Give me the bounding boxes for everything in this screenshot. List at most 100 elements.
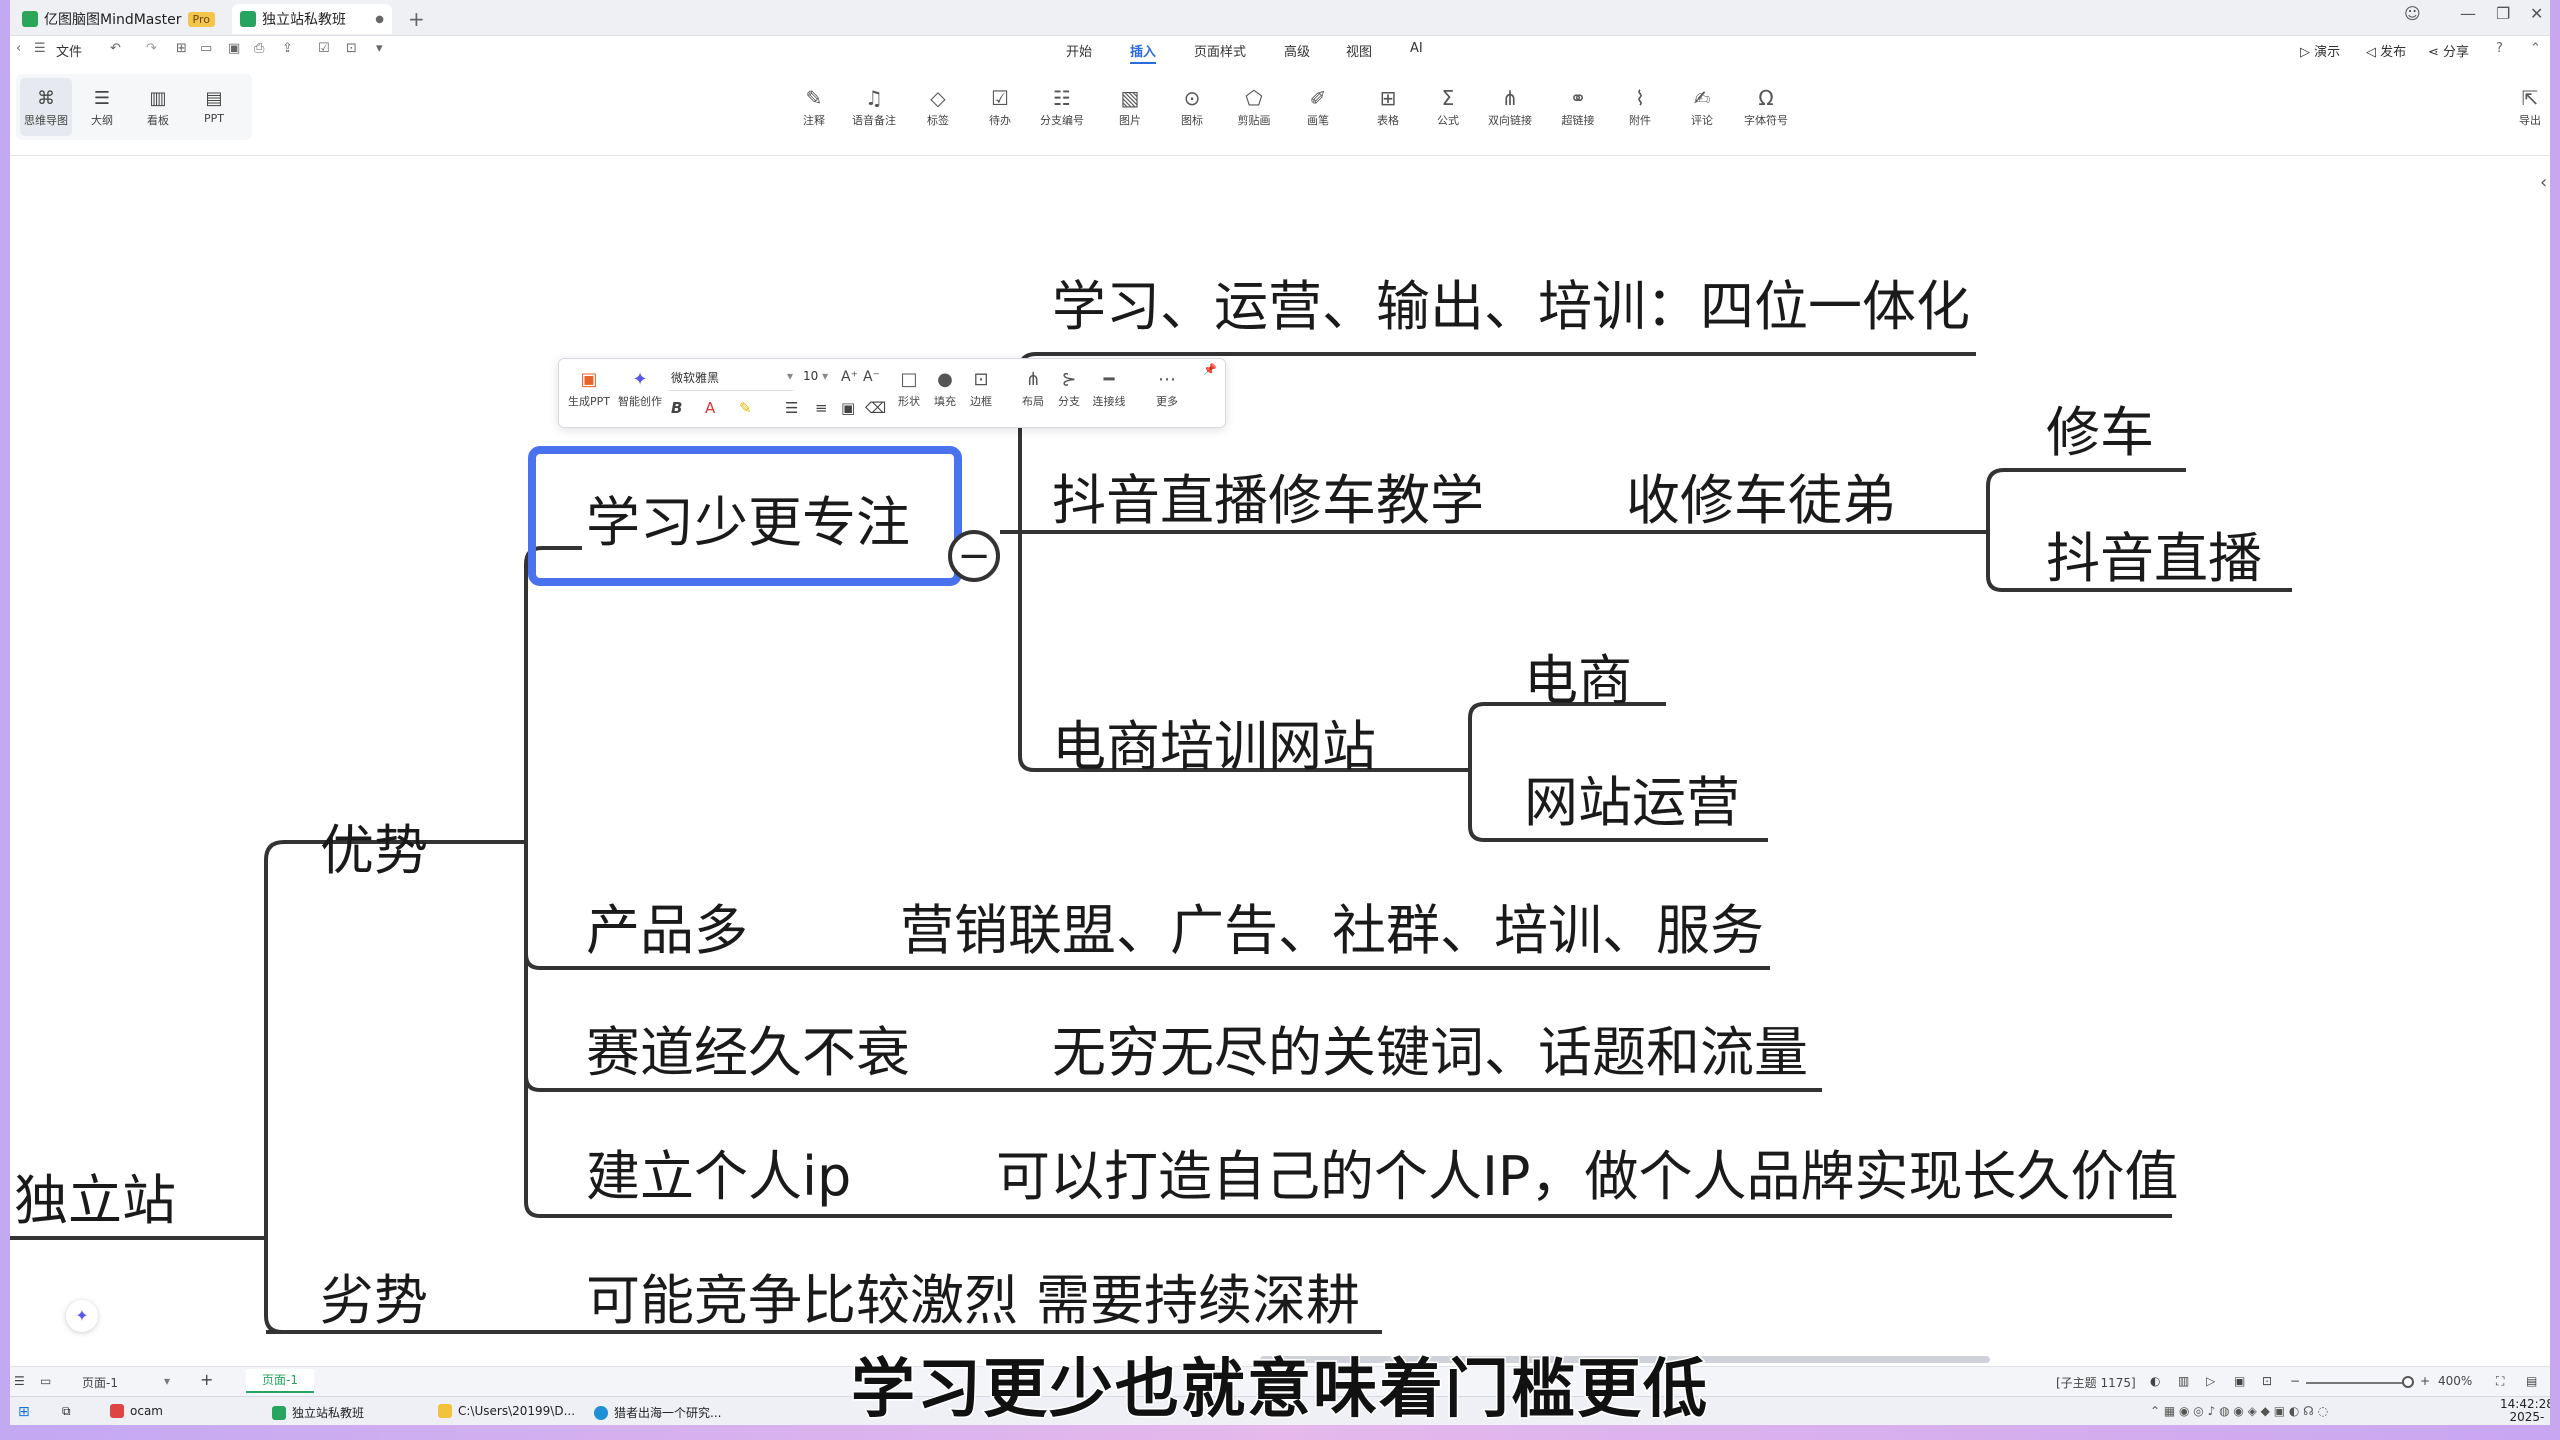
document-tab[interactable]: 独立站私教班 ●: [232, 4, 392, 34]
formula-label: 公式: [1437, 114, 1459, 127]
file-menu[interactable]: 文件: [56, 41, 82, 60]
competition-node[interactable]: 可能竞争比较激烈: [586, 1256, 1018, 1335]
print-icon[interactable]: ⎙: [254, 41, 264, 56]
bold-icon[interactable]: B: [671, 399, 682, 417]
layout-icon: ⋔: [1025, 369, 1041, 390]
douyin-repair-node[interactable]: 抖音直播修车教学: [1052, 456, 1484, 535]
save-icon[interactable]: ▣: [228, 41, 240, 56]
text-box-icon[interactable]: ▣: [841, 399, 855, 417]
publish-button[interactable]: ◁ 发布: [2366, 41, 2406, 60]
export-button[interactable]: ⇱ 导出: [2502, 84, 2550, 128]
menu-insert[interactable]: 插入: [1130, 41, 1157, 64]
redo-icon[interactable]: ↷: [146, 41, 157, 56]
smart-create-button[interactable]: ✦ 智能创作: [615, 369, 665, 409]
fill-button[interactable]: ● 填充: [927, 369, 963, 409]
more-button[interactable]: ⋯ 更多: [1149, 369, 1185, 409]
learn-node[interactable]: 学习少更专注: [586, 478, 910, 557]
formula-button[interactable]: Σ 公式: [1420, 84, 1476, 128]
voice-note-button[interactable]: ♫ 语音备注: [846, 84, 902, 128]
check-icon[interactable]: ☑: [318, 41, 330, 56]
pin-toolbar-icon[interactable]: 📌: [1203, 363, 1217, 376]
mindmap-canvas[interactable]: 独立站 优势 劣势 学习少更专注 − 学习、运营、输出、培训：四位一体化 抖音直…: [10, 156, 2550, 1363]
list-icon[interactable]: ☰: [785, 399, 798, 417]
ecommerce-site-node[interactable]: 电商培训网站: [1052, 702, 1376, 781]
hyperlink-button[interactable]: ⚭ 超链接: [1550, 84, 1606, 128]
menu-start[interactable]: 开始: [1066, 41, 1092, 60]
view-mindmap-button[interactable]: ⌘ 思维导图: [20, 78, 72, 136]
advantage-node[interactable]: 优势: [320, 806, 428, 885]
font-grow-icon[interactable]: A⁺: [841, 369, 858, 385]
new-icon[interactable]: ⊞: [176, 41, 187, 56]
present-button[interactable]: ▷ 演示: [2300, 41, 2340, 60]
font-color-icon[interactable]: A: [705, 399, 715, 417]
tag-button[interactable]: ◇ 标签: [910, 84, 966, 128]
note-button[interactable]: ✎ 注释: [786, 84, 842, 128]
open-icon[interactable]: ▭: [200, 41, 212, 56]
connector-button[interactable]: ━ 连接线: [1087, 369, 1131, 409]
font-shrink-icon[interactable]: A⁻: [863, 369, 880, 385]
table-button[interactable]: ⊞ 表格: [1360, 84, 1416, 128]
align-icon[interactable]: ≡: [815, 399, 828, 417]
clear-format-icon[interactable]: ⌫: [865, 399, 886, 417]
menu-advanced[interactable]: 高级: [1284, 41, 1310, 60]
ai-assistant-icon[interactable]: ✦: [66, 1300, 98, 1332]
products-node[interactable]: 产品多: [586, 886, 748, 965]
view-ppt-button[interactable]: ▤ PPT: [188, 88, 240, 125]
font-family-select[interactable]: 微软雅黑 ▾: [669, 369, 793, 391]
border-button[interactable]: ⊡ 边框: [963, 369, 999, 409]
personal-ip-detail-node[interactable]: 可以打造自己的个人IP，做个人品牌实现长久价值: [996, 1132, 2179, 1211]
products-detail-node[interactable]: 营销联盟、广告、社群、培训、服务: [900, 886, 1764, 965]
maximize-icon[interactable]: ❐: [2496, 4, 2510, 23]
personal-ip-node[interactable]: 建立个人ip: [586, 1132, 851, 1211]
generate-ppt-button[interactable]: ▣ 生成PPT: [565, 369, 613, 409]
todo-button[interactable]: ☑ 待办: [972, 84, 1028, 128]
customize-icon[interactable]: ▾: [376, 41, 383, 56]
disadvantage-node[interactable]: 劣势: [320, 1256, 428, 1335]
menu-view[interactable]: 视图: [1346, 41, 1372, 60]
share-button[interactable]: ⋖ 分享: [2428, 41, 2469, 60]
menu-icon[interactable]: ☰: [34, 41, 46, 56]
icon-button[interactable]: ⊙ 图标: [1164, 84, 1220, 128]
avatar-icon[interactable]: ☺: [2404, 4, 2421, 23]
comment-button[interactable]: ✍ 评论: [1674, 84, 1730, 128]
view-board-button[interactable]: ▥ 看板: [132, 88, 184, 128]
brush-button[interactable]: ✐ 画笔: [1290, 84, 1346, 128]
undo-icon[interactable]: ↶: [110, 41, 121, 56]
root-node[interactable]: 独立站: [14, 1156, 176, 1235]
track-node[interactable]: 赛道经久不衰: [586, 1008, 910, 1087]
shape-button[interactable]: □ 形状: [891, 369, 927, 409]
new-tab-button[interactable]: +: [400, 4, 433, 34]
symbol-button[interactable]: Ω 字体符号: [1738, 84, 1794, 128]
ecommerce-leaf-node[interactable]: 电商: [1524, 636, 1632, 715]
highlight-icon[interactable]: ✎: [739, 399, 752, 417]
image-button[interactable]: ▧ 图片: [1102, 84, 1158, 128]
minimize-icon[interactable]: —: [2460, 4, 2476, 23]
repair-leaf-node[interactable]: 修车: [2046, 388, 2154, 467]
back-icon[interactable]: ‹: [16, 41, 21, 56]
export-quick-icon[interactable]: ⇪: [282, 41, 293, 56]
deep-work-node[interactable]: 需要持续深耕: [1036, 1256, 1360, 1335]
menu-page-style[interactable]: 页面样式: [1194, 41, 1246, 60]
close-icon[interactable]: ✕: [2530, 4, 2543, 23]
branch-number-button[interactable]: ☷ 分支编号: [1034, 84, 1090, 128]
tab-modified-dot-icon[interactable]: ●: [375, 14, 384, 25]
view-outline-button[interactable]: ☰ 大纲: [76, 88, 128, 128]
collapse-toggle-icon[interactable]: −: [948, 530, 1000, 582]
douyin-live-leaf-node[interactable]: 抖音直播: [2046, 514, 2262, 593]
font-size-select[interactable]: 10 ▾: [803, 369, 837, 391]
attachment-button[interactable]: ⌇ 附件: [1612, 84, 1668, 128]
help-icon[interactable]: ?: [2496, 41, 2503, 56]
four-in-one-node[interactable]: 学习、运营、输出、培训：四位一体化: [1052, 262, 1970, 341]
clipart-button[interactable]: ⬠ 剪贴画: [1226, 84, 1282, 128]
layout-button[interactable]: ⋔ 布局: [1015, 369, 1051, 409]
side-panel-toggle-icon[interactable]: ‹: [2540, 172, 2547, 193]
branch-button[interactable]: ⊱ 分支: [1051, 369, 1087, 409]
collapse-ribbon-icon[interactable]: ⌃: [2530, 41, 2541, 56]
bidirectional-link-button[interactable]: ⋔ 双向链接: [1482, 84, 1538, 128]
app-tab[interactable]: 亿图脑图MindMaster Pro: [14, 4, 223, 34]
repair-apprentice-node[interactable]: 收修车徒弟: [1626, 456, 1896, 535]
track-detail-node[interactable]: 无穷无尽的关键词、话题和流量: [1052, 1008, 1808, 1087]
share-quick-icon[interactable]: ⊡: [346, 41, 357, 56]
website-ops-leaf-node[interactable]: 网站运营: [1524, 758, 1740, 837]
menu-ai[interactable]: AI: [1410, 41, 1423, 56]
